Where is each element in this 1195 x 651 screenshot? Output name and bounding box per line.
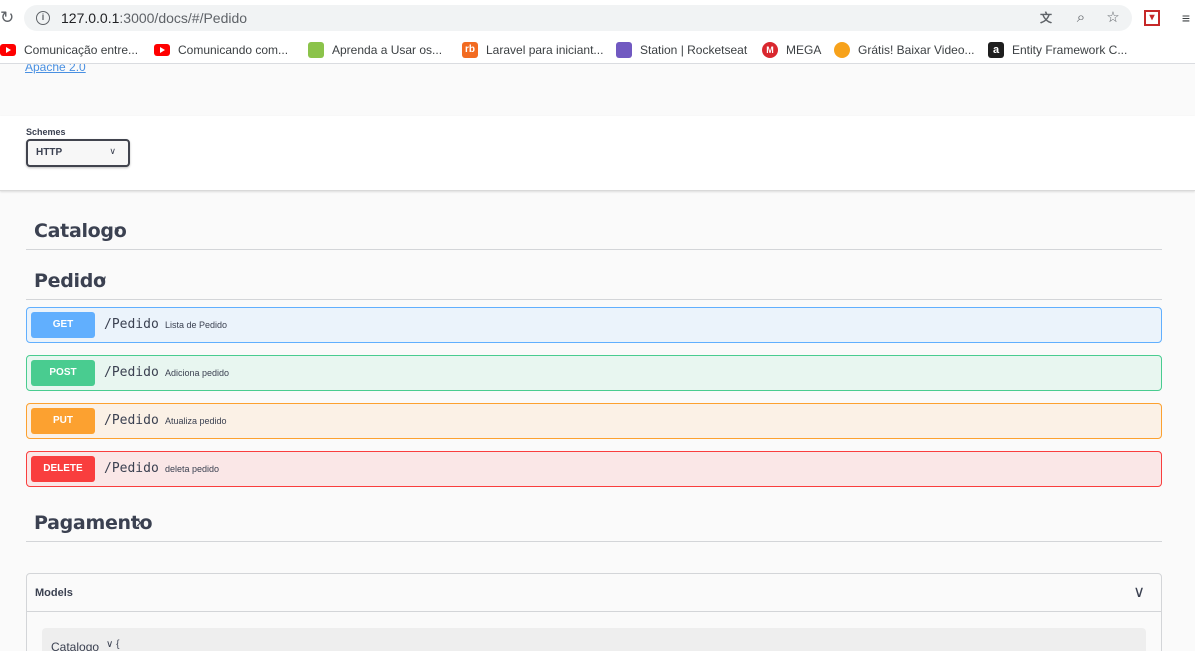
model-name: Catalogo [51,640,100,651]
translate-icon[interactable]: 文 [1036,8,1056,28]
operation-put-pedido[interactable]: PUT /Pedido Atualiza pedido [26,403,1162,439]
youtube-icon [0,44,16,56]
url-text[interactable]: 127.0.0.1:3000/docs/#/Pedido [61,10,247,26]
browser-toolbar: ↻ i 127.0.0.1:3000/docs/#/Pedido 文 ⌕ ☆ ▾… [0,0,1195,36]
bookmark-item[interactable]: Comunicação entre... [0,41,138,59]
bookmark-label: Aprenda a Usar os... [332,43,443,57]
bookmark-label: Comunicação entre... [24,43,139,57]
model-item[interactable]: Catalogo ∨ { [42,628,1146,651]
chevron-down-icon: ∨ [109,146,116,156]
chevron-down-icon: ∨ { [106,639,120,650]
youtube-icon [154,44,170,56]
bookmark-item[interactable]: Grátis! Baixar Video... [834,41,975,59]
video-icon [834,42,850,58]
operation-path: /Pedido [104,317,159,332]
rb-icon: rb [462,42,478,58]
operation-summary: Lista de Pedido [165,320,228,330]
pocket-extension-icon[interactable]: ▾ [1144,10,1160,26]
chevron-down-icon[interactable]: ∨ [1133,582,1145,602]
swagger-content: Apache 2.0 Schemes HTTP ∨ Catalogo › Ped… [0,64,1195,651]
bookmark-label: MEGA [786,43,822,57]
schemes-selected-value: HTTP [36,147,63,158]
tag-pedido[interactable]: Pedido ∨ [26,260,1162,300]
operation-get-pedido[interactable]: GET /Pedido Lista de Pedido [26,307,1162,343]
tag-title: Pedido [34,270,106,292]
bookmark-label: Comunicando com... [178,43,289,57]
zoom-icon[interactable]: ⌕ [1071,8,1091,28]
address-bar[interactable]: i 127.0.0.1:3000/docs/#/Pedido 文 ⌕ ☆ [24,5,1132,31]
operation-summary: Adiciona pedido [165,368,230,378]
reload-icon[interactable]: ↻ [0,8,14,28]
bookmark-label: Entity Framework C... [1012,43,1128,57]
chevron-right-icon: › [114,220,120,239]
operation-path: /Pedido [104,365,159,380]
tag-pagamento[interactable]: Pagamento › [26,502,1162,542]
entity-icon: a [988,42,1004,58]
bookmark-label: Laravel para iniciant... [486,43,604,57]
operation-delete-pedido[interactable]: DELETE /Pedido deleta pedido [26,451,1162,487]
schemes-label: Schemes [26,127,66,137]
tag-title: Pagamento [34,512,153,534]
operation-path: /Pedido [104,461,159,476]
info-section: Apache 2.0 [0,64,1195,116]
bookmark-item[interactable]: Comunicando com... [154,41,288,59]
extensions-menu-icon[interactable]: ≡ [1176,8,1195,28]
info-icon[interactable]: i [36,11,50,25]
schemes-wrapper: Schemes HTTP ∨ [0,116,1195,191]
rocketseat-icon [616,42,632,58]
method-badge: DELETE [31,456,95,482]
tag-catalogo[interactable]: Catalogo › [26,210,1162,250]
operation-summary: Atualiza pedido [165,416,227,426]
bookmark-item[interactable]: a Entity Framework C... [988,41,1127,59]
models-title: Models [35,587,73,599]
bookmark-item[interactable]: Aprenda a Usar os... [308,41,442,59]
operation-path: /Pedido [104,413,159,428]
method-badge: POST [31,360,95,386]
mega-icon: M [762,42,778,58]
operation-post-pedido[interactable]: POST /Pedido Adiciona pedido [26,355,1162,391]
chevron-down-icon: ∨ [98,272,108,287]
schemes-select[interactable]: HTTP ∨ [26,139,130,167]
bookmark-label: Station | Rocketseat [640,43,748,57]
models-section: Models ∨ Catalogo ∨ { [26,573,1162,651]
operation-summary: deleta pedido [165,464,220,474]
bookmark-star-icon[interactable]: ☆ [1103,8,1123,28]
license-link[interactable]: Apache 2.0 [25,64,86,74]
bookmark-item[interactable]: rb Laravel para iniciant... [462,41,603,59]
method-badge: PUT [31,408,95,434]
bookmarks-bar: Comunicação entre... Comunicando com... … [0,36,1195,64]
models-header[interactable]: Models ∨ [27,574,1161,612]
bookmark-item[interactable]: Station | Rocketseat [616,41,747,59]
android-icon [308,42,324,58]
tag-title: Catalogo [34,220,127,242]
method-badge: GET [31,312,95,338]
bookmark-label: Grátis! Baixar Video... [858,43,975,57]
bookmark-item[interactable]: M MEGA [762,41,821,59]
chevron-right-icon: › [136,512,142,531]
